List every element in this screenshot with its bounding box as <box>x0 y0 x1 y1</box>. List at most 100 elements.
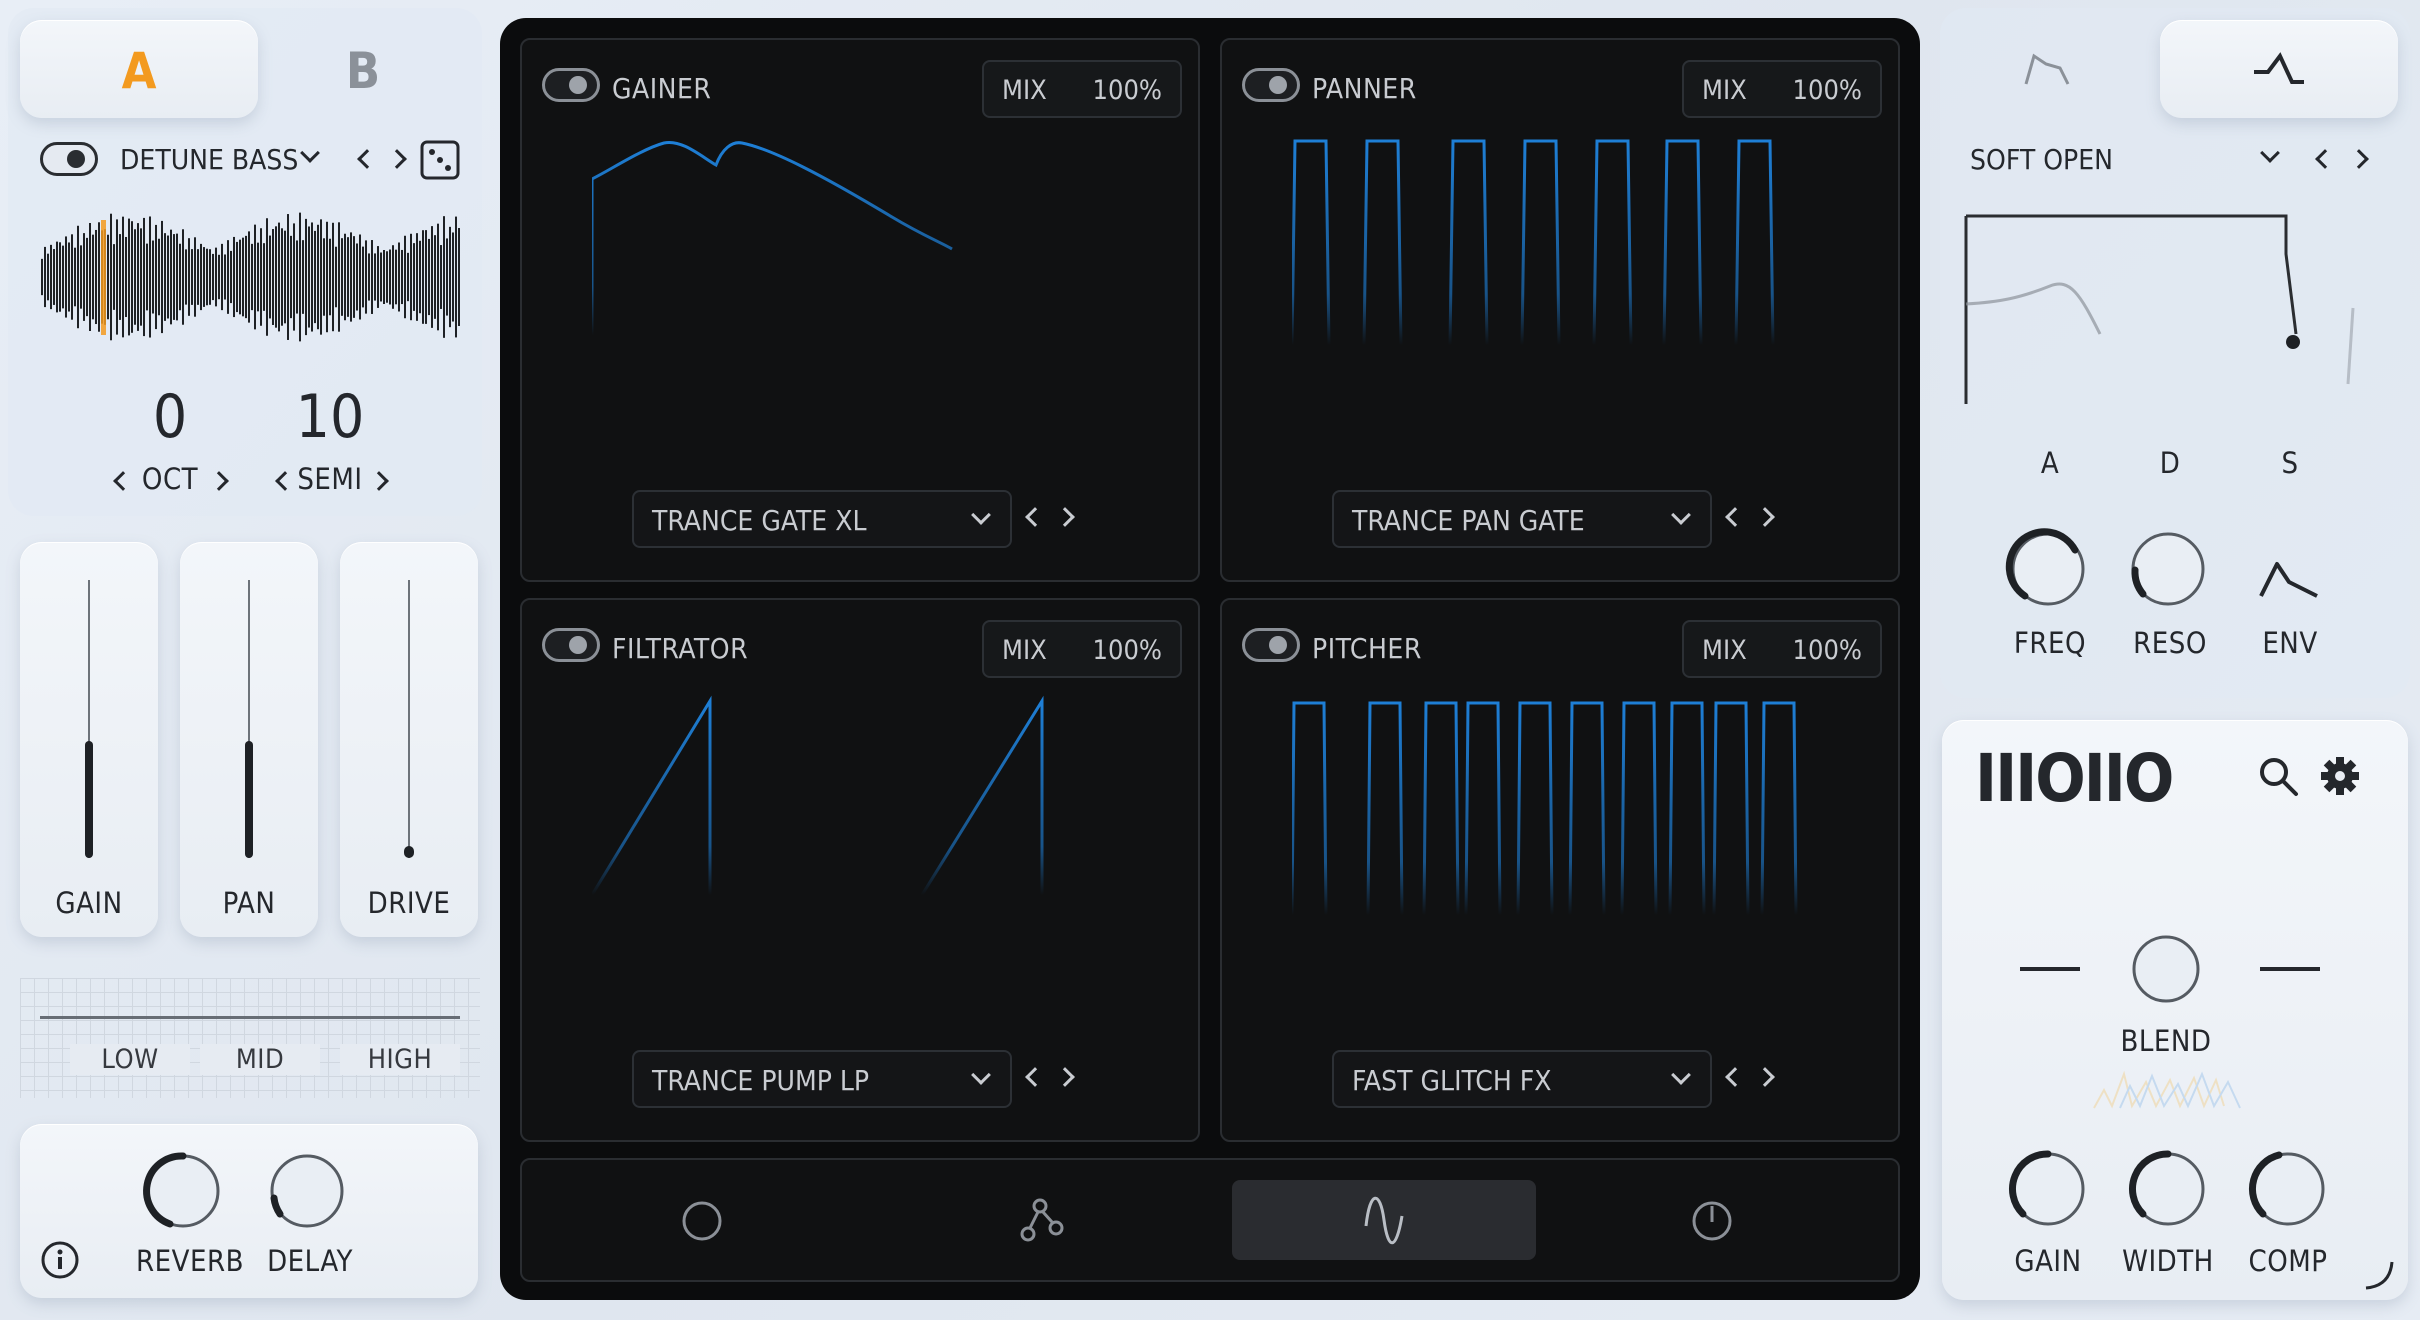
adsr-d-label: D <box>2159 446 2181 480</box>
filter-preset-chevron-icon[interactable] <box>2260 143 2280 166</box>
fader-drive-label: DRIVE <box>367 886 451 920</box>
module-gainer-next-icon[interactable] <box>1055 506 1078 530</box>
gear-icon[interactable] <box>2318 754 2362 798</box>
dice-icon[interactable] <box>420 140 460 180</box>
module-filtrator-title: FILTRATOR <box>612 632 749 665</box>
module-filtrator-prev-icon[interactable] <box>1022 1066 1045 1090</box>
semi-next-icon[interactable] <box>369 470 392 494</box>
env-icon[interactable] <box>2245 536 2331 606</box>
chevron-down-icon <box>971 1065 991 1085</box>
sample-toggle[interactable] <box>40 142 98 176</box>
reso-label: RESO <box>2133 626 2207 660</box>
sample-prev-icon[interactable] <box>354 148 377 172</box>
tab-a-label: A <box>121 42 157 100</box>
module-filtrator-preset-select[interactable]: TRANCE PUMP LP <box>632 1050 1012 1108</box>
module-panner: PANNER MIX 100% TRANCE PAN GATE <box>1220 38 1900 582</box>
brand-logo: IIIOIIO <box>1975 740 2174 817</box>
module-gainer-prev-icon[interactable] <box>1022 506 1045 530</box>
delay-knob[interactable] <box>264 1148 350 1234</box>
eq-low-label: LOW <box>70 1044 190 1075</box>
search-icon[interactable] <box>2256 754 2300 798</box>
tab-b-label: B <box>345 42 381 100</box>
oct-label: OCT <box>141 462 199 496</box>
blend-spectrum <box>2090 1060 2250 1110</box>
eq-graph[interactable]: LOW MID HIGH <box>20 978 480 1098</box>
reso-knob[interactable] <box>2125 526 2211 612</box>
blend-left-line <box>2020 967 2080 971</box>
module-panner-next-icon[interactable] <box>1755 506 1778 530</box>
module-panner-toggle[interactable] <box>1242 68 1300 102</box>
module-pitcher-preset-select[interactable]: FAST GLITCH FX <box>1332 1050 1712 1108</box>
filter-next-icon[interactable] <box>2349 148 2372 172</box>
module-filtrator: FILTRATOR MIX 100% TRANCE PUMP LP <box>520 598 1200 1142</box>
module-pitcher-curve[interactable] <box>1292 695 1852 935</box>
module-gainer-preset-select[interactable]: TRANCE GATE XL <box>632 490 1012 548</box>
blend-knob[interactable] <box>2131 934 2201 1004</box>
module-pitcher-prev-icon[interactable] <box>1722 1066 1745 1090</box>
wave-icon <box>1364 1196 1404 1245</box>
filter-preset-name: SOFT OPEN <box>1970 143 2113 176</box>
sample-next-icon[interactable] <box>387 148 410 172</box>
module-panner-preset-select[interactable]: TRANCE PAN GATE <box>1332 490 1712 548</box>
sample-dropdown-chevron-icon[interactable] <box>300 143 320 166</box>
module-pitcher-title: PITCHER <box>1312 632 1422 665</box>
fader-gain-fill <box>85 741 93 858</box>
module-pitcher-next-icon[interactable] <box>1755 1066 1778 1090</box>
blend-label: BLEND <box>2120 1024 2212 1058</box>
fader-gain[interactable]: GAIN <box>20 542 158 937</box>
module-gainer-curve[interactable] <box>592 135 1152 375</box>
module-filtrator-mix[interactable]: MIX 100% <box>982 620 1182 678</box>
reverb-knob[interactable] <box>140 1148 226 1234</box>
fader-pan-fill <box>245 741 253 858</box>
module-filtrator-toggle[interactable] <box>542 628 600 662</box>
comp-knob[interactable] <box>2245 1146 2331 1232</box>
sample-name: DETUNE BASS <box>120 143 299 176</box>
semi-prev-icon[interactable] <box>272 470 295 494</box>
module-panner-mix[interactable]: MIX 100% <box>1682 60 1882 118</box>
fader-drive-fill <box>404 846 414 858</box>
module-filtrator-next-icon[interactable] <box>1055 1066 1078 1090</box>
module-pitcher-mix[interactable]: MIX 100% <box>1682 620 1882 678</box>
width-label: WIDTH <box>2122 1244 2214 1278</box>
tab-wave[interactable] <box>1232 1180 1536 1260</box>
semi-label: SEMI <box>297 462 363 496</box>
module-panner-curve[interactable] <box>1292 135 1852 375</box>
blend-right-line <box>2260 967 2320 971</box>
tab-b[interactable]: B <box>258 20 468 118</box>
freq-knob[interactable] <box>2005 526 2091 612</box>
module-gainer-toggle[interactable] <box>542 68 600 102</box>
filter-type-bandpass[interactable] <box>2160 20 2398 118</box>
filter-shape-icon <box>2024 53 2070 85</box>
tab-nodes[interactable] <box>922 1174 1162 1268</box>
module-gainer: GAINER MIX 100% TRANCE GATE XL <box>520 38 1200 582</box>
chevron-down-icon <box>1671 505 1691 525</box>
module-filtrator-curve[interactable] <box>592 695 1152 935</box>
tab-circle[interactable] <box>582 1174 822 1268</box>
tab-a[interactable]: A <box>20 20 258 118</box>
module-gainer-title: GAINER <box>612 72 712 105</box>
filter-type-lowpass[interactable] <box>1960 20 2140 118</box>
eq-mid-label: MID <box>200 1044 320 1075</box>
circle-icon <box>682 1201 722 1241</box>
module-panner-prev-icon[interactable] <box>1722 506 1745 530</box>
fader-pan[interactable]: PAN <box>180 542 318 937</box>
module-gainer-mix[interactable]: MIX 100% <box>982 60 1182 118</box>
bandpass-icon <box>2254 52 2304 84</box>
chevron-down-icon <box>971 505 991 525</box>
freq-label: FREQ <box>2013 626 2087 660</box>
filter-response-graph[interactable] <box>1960 214 2380 404</box>
sample-waveform[interactable] <box>40 212 460 342</box>
tab-power[interactable] <box>1592 1174 1832 1268</box>
oct-next-icon[interactable] <box>209 470 232 494</box>
master-gain-knob[interactable] <box>2005 1146 2091 1232</box>
power-icon <box>1692 1201 1732 1241</box>
resize-handle-icon[interactable] <box>2360 1256 2396 1292</box>
oct-prev-icon[interactable] <box>110 470 133 494</box>
filter-prev-icon[interactable] <box>2312 148 2335 172</box>
delay-label: DELAY <box>267 1244 353 1278</box>
fader-drive[interactable]: DRIVE <box>340 542 478 937</box>
module-pitcher-toggle[interactable] <box>1242 628 1300 662</box>
width-knob[interactable] <box>2125 1146 2211 1232</box>
info-icon[interactable] <box>40 1240 80 1280</box>
master-gain-label: GAIN <box>2014 1244 2082 1278</box>
